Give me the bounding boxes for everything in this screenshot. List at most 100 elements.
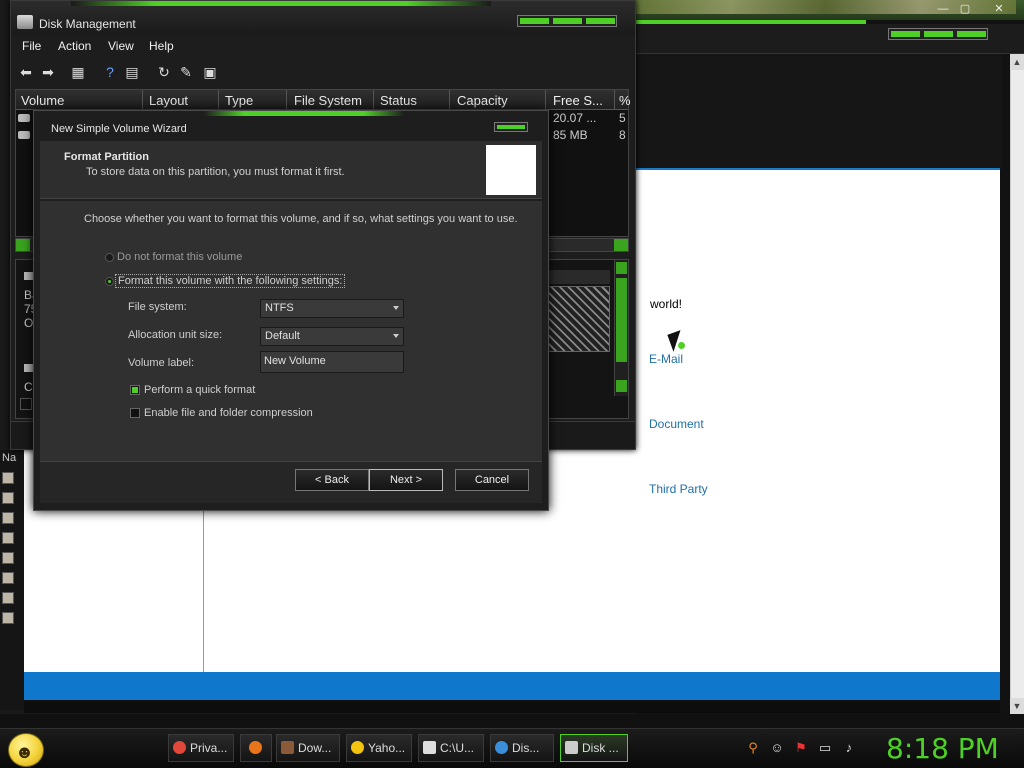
taskbar-item-disk-management[interactable]: Disk ... bbox=[560, 734, 628, 762]
scroll-up-arrow-icon[interactable]: ▲ bbox=[1010, 54, 1024, 70]
do-not-format-radio[interactable] bbox=[105, 253, 114, 262]
taskbar-clock[interactable]: 8:18 PM bbox=[886, 732, 999, 765]
properties-icon[interactable]: ▦ bbox=[69, 63, 87, 81]
window-control-maximize[interactable] bbox=[553, 18, 582, 24]
format-volume-radio[interactable] bbox=[105, 277, 114, 286]
7zip-icon bbox=[423, 741, 436, 754]
allocation-unit-select[interactable]: Default bbox=[260, 327, 404, 346]
scroll-up-arrow-icon[interactable] bbox=[616, 262, 627, 274]
format-volume-label[interactable]: Format this volume with the following se… bbox=[115, 274, 346, 288]
column-separator[interactable] bbox=[286, 90, 287, 110]
menu-file[interactable]: File bbox=[22, 39, 41, 53]
column-capacity[interactable]: Capacity bbox=[457, 93, 508, 108]
taskbar-item-chrome[interactable]: Priva... bbox=[168, 734, 234, 762]
desktop-file-icon[interactable] bbox=[2, 472, 14, 484]
disk-management-icon bbox=[565, 741, 578, 754]
taskbar-item-label: Priva... bbox=[190, 741, 228, 755]
taskbar-item-yahoo[interactable]: Yaho... bbox=[346, 734, 412, 762]
volume-icon[interactable]: ♪ bbox=[842, 741, 856, 755]
column-layout[interactable]: Layout bbox=[149, 93, 188, 108]
minimize-button[interactable]: — bbox=[934, 2, 952, 16]
email-link[interactable]: E-Mail bbox=[649, 352, 683, 366]
column-separator[interactable] bbox=[142, 90, 143, 110]
menu-help[interactable]: Help bbox=[149, 39, 174, 53]
menu-action[interactable]: Action bbox=[58, 39, 91, 53]
column-separator[interactable] bbox=[373, 90, 374, 110]
drive-icon bbox=[18, 114, 30, 122]
scroll-right-arrow-icon[interactable] bbox=[614, 239, 628, 251]
column-free-space[interactable]: Free S... bbox=[553, 93, 603, 108]
window-control-group[interactable] bbox=[888, 28, 988, 40]
vertical-scrollbar[interactable] bbox=[614, 260, 628, 396]
window-control-minimize[interactable] bbox=[891, 31, 920, 37]
flag-icon[interactable]: ⚑ bbox=[794, 741, 808, 755]
settings-icon[interactable]: ▣ bbox=[201, 63, 219, 81]
scroll-down-arrow-icon[interactable] bbox=[616, 380, 627, 392]
desktop-file-icon[interactable] bbox=[2, 612, 14, 624]
quick-format-checkbox[interactable] bbox=[130, 385, 140, 395]
taskbar-item-download[interactable]: Dow... bbox=[276, 734, 340, 762]
column-type[interactable]: Type bbox=[225, 93, 253, 108]
taskbar-item-firefox[interactable] bbox=[240, 734, 272, 762]
window-control-maximize[interactable] bbox=[924, 31, 953, 37]
do-not-format-label[interactable]: Do not format this volume bbox=[117, 251, 242, 263]
menu-bar: File Action View Help bbox=[11, 35, 635, 57]
desktop-file-icon[interactable] bbox=[2, 492, 14, 504]
back-button[interactable]: < Back bbox=[295, 469, 369, 491]
desktop-file-icon[interactable] bbox=[2, 532, 14, 544]
desktop-file-icon[interactable] bbox=[2, 512, 14, 524]
yahoo-messenger-icon bbox=[351, 741, 364, 754]
allocation-unit-value: Default bbox=[265, 330, 300, 342]
taskbar-item-disk-cleanup[interactable]: Dis... bbox=[490, 734, 554, 762]
refresh-icon[interactable]: ↻ bbox=[155, 63, 173, 81]
close-icon[interactable] bbox=[497, 125, 525, 129]
chat-icon[interactable]: ☺ bbox=[770, 741, 784, 755]
scroll-left-arrow-icon[interactable] bbox=[16, 239, 30, 251]
chevron-down-icon[interactable] bbox=[393, 306, 399, 310]
window-control-close[interactable] bbox=[957, 31, 986, 37]
maximize-button[interactable]: ▢ bbox=[956, 2, 974, 16]
window-control-close[interactable] bbox=[586, 18, 615, 24]
free-space-cell: 20.07 ... bbox=[553, 111, 597, 125]
desktop-file-icon[interactable] bbox=[2, 592, 14, 604]
list-icon[interactable]: ▤ bbox=[123, 63, 141, 81]
column-separator[interactable] bbox=[449, 90, 450, 110]
page-sidebar-divider bbox=[203, 505, 204, 672]
help-icon[interactable]: ? bbox=[101, 63, 119, 81]
compression-label[interactable]: Enable file and folder compression bbox=[144, 407, 313, 419]
file-system-select[interactable]: NTFS bbox=[260, 299, 404, 318]
menu-view[interactable]: View bbox=[108, 39, 134, 53]
vertical-scrollbar[interactable] bbox=[1010, 54, 1024, 714]
next-button[interactable]: Next > bbox=[369, 469, 443, 491]
cancel-button[interactable]: Cancel bbox=[455, 469, 529, 491]
volume-label-input[interactable]: New Volume bbox=[260, 351, 404, 373]
close-button[interactable] bbox=[494, 122, 528, 132]
column-percent-free[interactable]: % bbox=[619, 93, 631, 108]
column-separator[interactable] bbox=[614, 90, 615, 110]
window-control-group[interactable] bbox=[517, 15, 617, 27]
window-control-minimize[interactable] bbox=[520, 18, 549, 24]
close-button[interactable]: ✕ bbox=[990, 2, 1008, 16]
column-file-system[interactable]: File System bbox=[294, 93, 362, 108]
column-volume[interactable]: Volume bbox=[21, 93, 64, 108]
scroll-thumb[interactable] bbox=[616, 278, 627, 362]
unallocated-partition[interactable] bbox=[548, 286, 610, 352]
desktop-file-icon[interactable] bbox=[2, 572, 14, 584]
scroll-down-arrow-icon[interactable]: ▼ bbox=[1010, 698, 1024, 714]
column-status[interactable]: Status bbox=[380, 93, 417, 108]
chevron-down-icon[interactable] bbox=[393, 334, 399, 338]
network-icon[interactable]: ▭ bbox=[818, 741, 832, 755]
taskbar-item-7zip[interactable]: C:\U... bbox=[418, 734, 484, 762]
back-icon[interactable]: ⬅ bbox=[17, 63, 35, 81]
forward-icon[interactable]: ➡ bbox=[39, 63, 57, 81]
rescan-icon[interactable]: ✎ bbox=[177, 63, 195, 81]
column-separator[interactable] bbox=[545, 90, 546, 110]
third-party-link[interactable]: Third Party bbox=[649, 482, 708, 496]
document-link[interactable]: Document bbox=[649, 417, 704, 431]
desktop-file-icon[interactable] bbox=[2, 552, 14, 564]
quick-format-label[interactable]: Perform a quick format bbox=[144, 384, 255, 396]
search-icon[interactable]: ⚲ bbox=[746, 741, 760, 755]
column-separator[interactable] bbox=[218, 90, 219, 110]
compression-checkbox[interactable] bbox=[130, 408, 140, 418]
start-button[interactable]: ☻ bbox=[8, 733, 44, 767]
